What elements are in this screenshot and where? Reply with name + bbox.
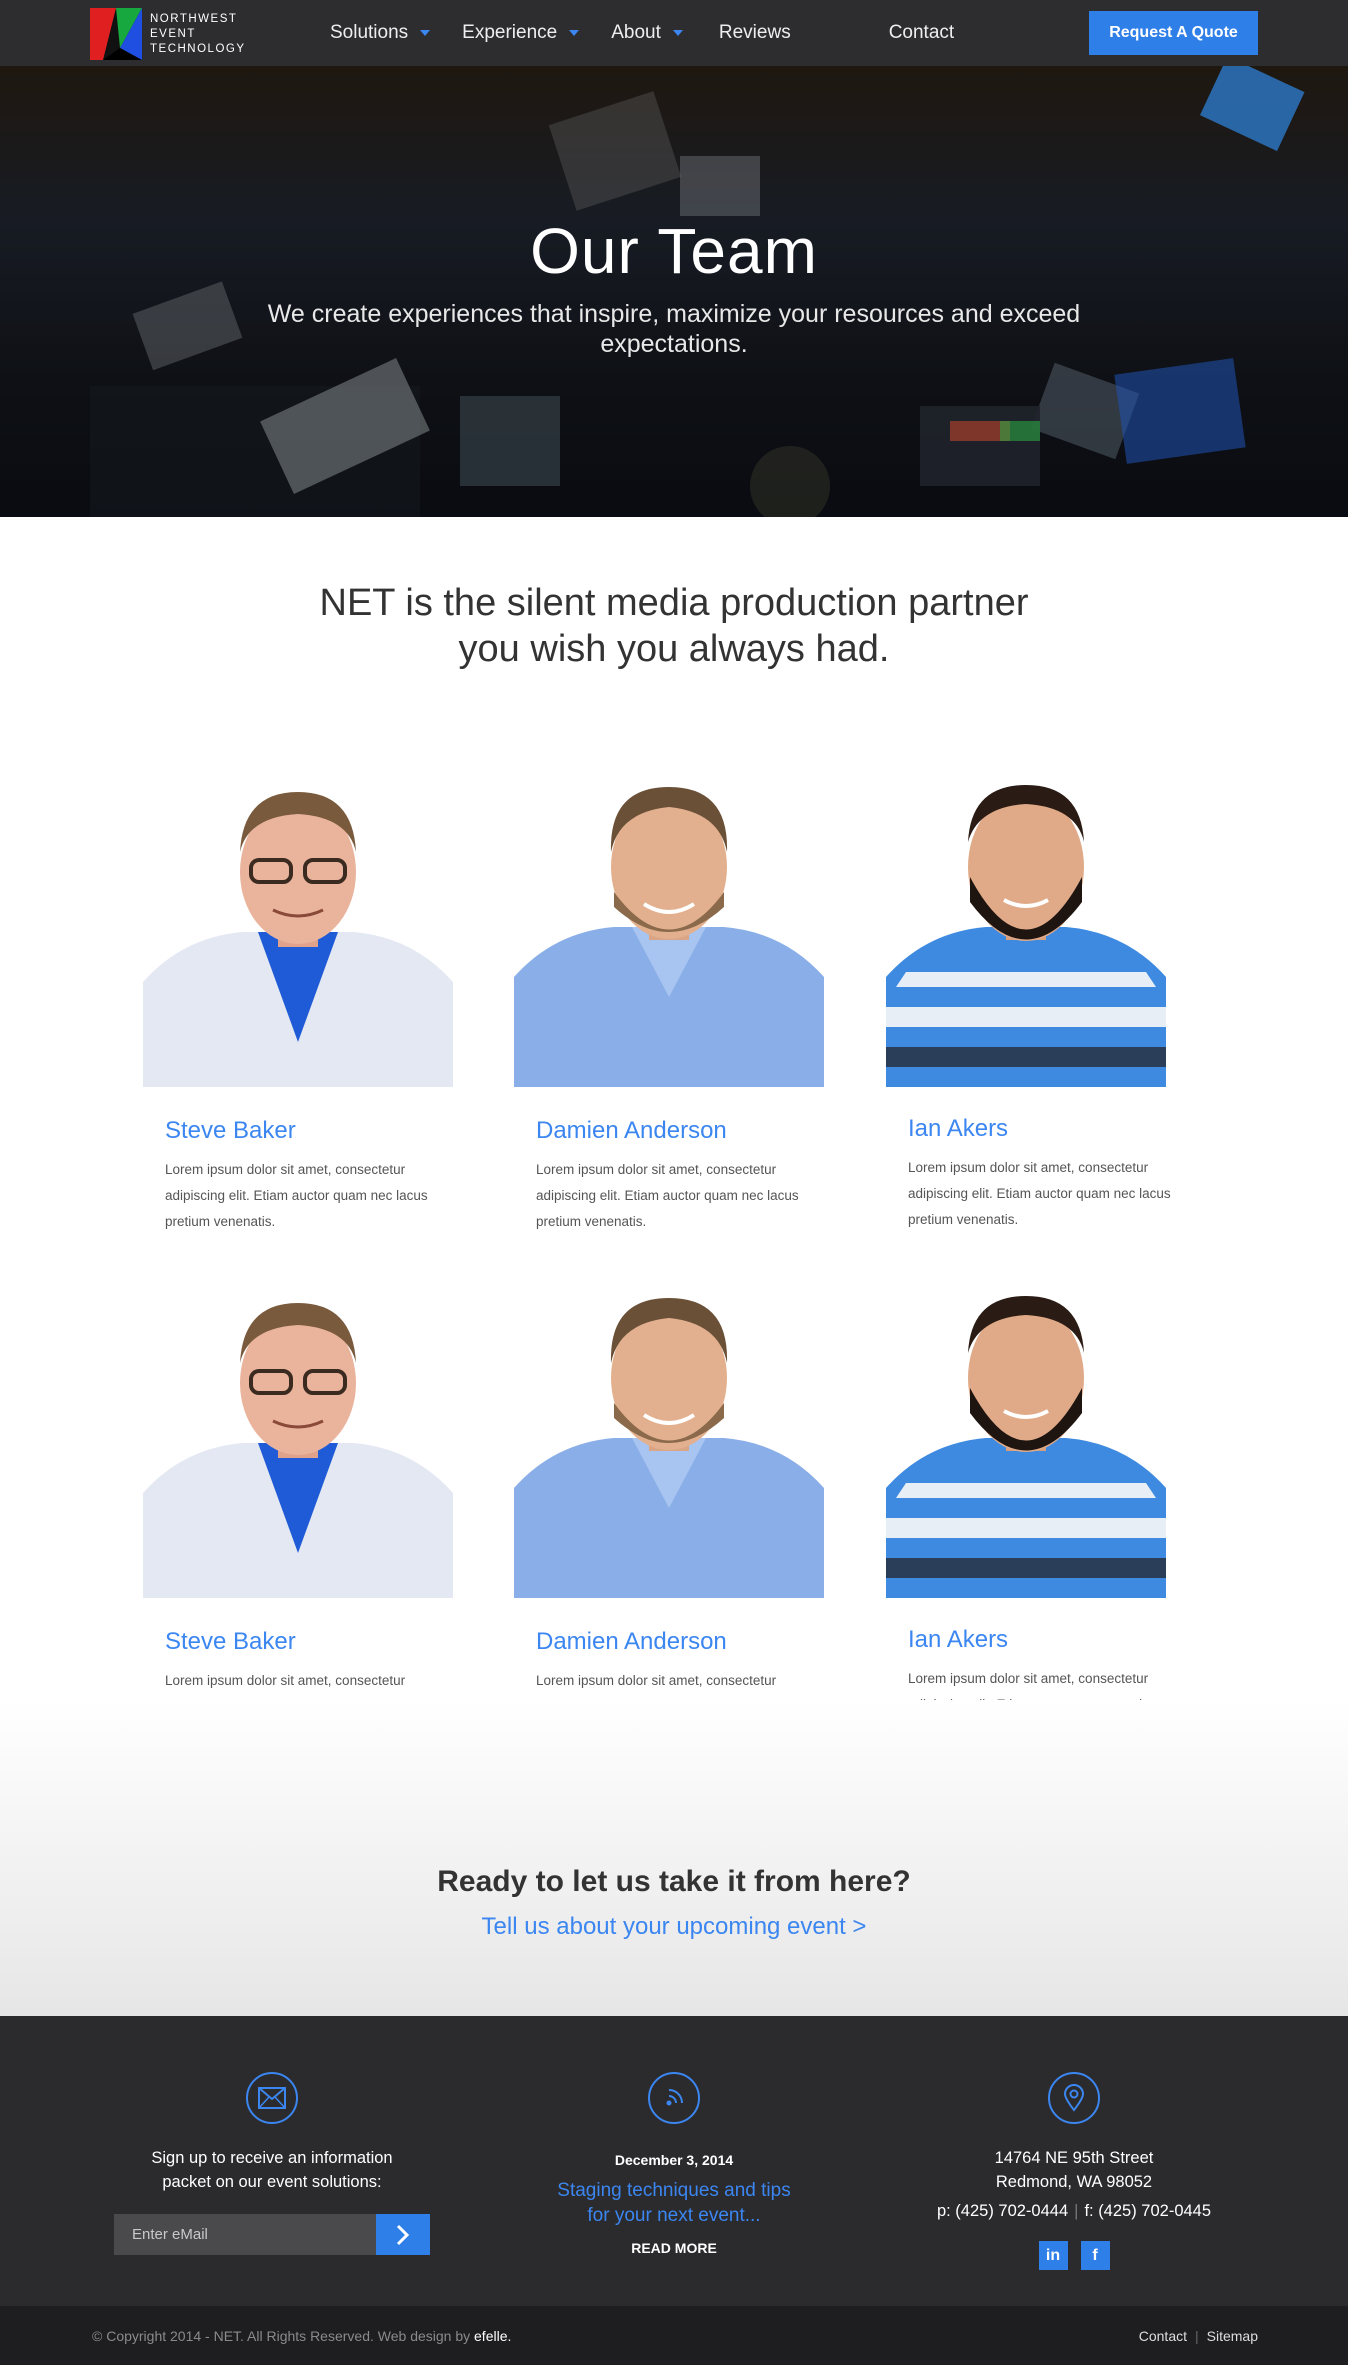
page-title: Our Team: [530, 215, 818, 287]
footer-contact: 14764 NE 95th Street Redmond, WA 98052 p…: [894, 2016, 1254, 2270]
hero-banner: Our Team We create experiences that insp…: [0, 66, 1348, 517]
read-more-link[interactable]: READ MORE: [494, 2240, 854, 2256]
intro-heading: NET is the silent media production partn…: [224, 580, 1124, 672]
team-member-card: Ian Akers Lorem ipsum dolor sit amet, co…: [886, 782, 1206, 1233]
member-bio: Lorem ipsum dolor sit amet, consectetur …: [165, 1162, 428, 1229]
designer-link[interactable]: efelle.: [474, 2328, 511, 2344]
portrait-photo: [886, 782, 1196, 1087]
nav-item-label: Reviews: [718, 22, 791, 43]
nav-item-experience[interactable]: Experience: [462, 0, 580, 66]
email-field[interactable]: [114, 2214, 376, 2255]
nav-item-solutions[interactable]: Solutions: [330, 0, 431, 66]
intro-line-2: you wish you always had.: [458, 628, 890, 670]
address-line-1: 14764 NE 95th Street: [994, 2149, 1154, 2167]
cta-title: Ready to let us take it from here?: [437, 1865, 911, 1898]
member-name[interactable]: Ian Akers: [908, 1626, 1206, 1654]
copyright: © Copyright 2014 - NET. All Rights Reser…: [92, 2328, 511, 2344]
footer-news: December 3, 2014 Staging techniques and …: [494, 2016, 854, 2256]
nav-item-label: Solutions: [330, 22, 409, 43]
feed-icon: [648, 2072, 700, 2124]
news-title-link[interactable]: Staging techniques and tips for your nex…: [494, 2178, 854, 2228]
member-name[interactable]: Steve Baker: [165, 1117, 463, 1145]
phone-numbers: p: (425) 702-0444 | f: (425) 702-0445: [894, 2202, 1254, 2221]
logo-line-2: EVENT: [150, 27, 196, 40]
chevron-down-icon: [420, 30, 431, 36]
cta-link[interactable]: Tell us about your upcoming event >: [0, 1913, 1348, 1941]
logo[interactable]: NORTHWEST EVENT TECHNOLOGY: [90, 8, 250, 60]
nav-item-about[interactable]: About: [611, 0, 683, 66]
email-signup-form: [114, 2214, 430, 2255]
member-name[interactable]: Ian Akers: [908, 1115, 1206, 1143]
nav-item-contact[interactable]: Contact: [889, 0, 954, 66]
logo-line-1: NORTHWEST: [150, 12, 238, 25]
logo-text: NORTHWEST EVENT TECHNOLOGY: [150, 12, 246, 57]
signup-line-1: Sign up to receive an information: [151, 2149, 393, 2167]
main-nav: Solutions Experience About Reviews Conta…: [330, 0, 986, 66]
request-quote-button[interactable]: Request A Quote: [1089, 11, 1258, 55]
portrait-photo: [514, 782, 824, 1087]
bottom-link-contact[interactable]: Contact: [1139, 2328, 1187, 2344]
team-member-card: Damien Anderson Lorem ipsum dolor sit am…: [514, 782, 834, 1235]
signup-text: Sign up to receive an information packet…: [92, 2146, 452, 2194]
hero-subtitle: We create experiences that inspire, maxi…: [267, 300, 1081, 358]
nav-item-reviews[interactable]: Reviews: [719, 0, 791, 66]
phone-number[interactable]: p: (425) 702-0444: [937, 2202, 1068, 2220]
fax-number: f: (425) 702-0445: [1084, 2202, 1212, 2220]
envelope-icon: [246, 2072, 298, 2124]
email-submit-button[interactable]: [376, 2214, 430, 2255]
divider: |: [1195, 2328, 1199, 2344]
cta-section: [0, 1700, 1348, 2016]
nav-item-label: About: [611, 22, 661, 43]
chevron-down-icon: [672, 30, 683, 36]
address: 14764 NE 95th Street Redmond, WA 98052: [894, 2146, 1254, 2194]
nav-item-label: Experience: [462, 22, 558, 43]
chevron-right-icon: [396, 2224, 410, 2245]
footer-signup: Sign up to receive an information packet…: [92, 2016, 452, 2255]
footer-bottom-bar: © Copyright 2014 - NET. All Rights Reser…: [0, 2306, 1348, 2365]
portrait-photo: [143, 1293, 453, 1598]
hero-background-image: [0, 66, 1348, 517]
facebook-icon[interactable]: f: [1080, 2241, 1110, 2270]
team-member-card: Steve Baker Lorem ipsum dolor sit amet, …: [143, 1293, 463, 1746]
address-line-2: Redmond, WA 98052: [995, 2173, 1153, 2191]
team-member-card: Damien Anderson Lorem ipsum dolor sit am…: [514, 1293, 834, 1746]
linkedin-icon[interactable]: in: [1038, 2241, 1068, 2270]
nav-item-label: Contact: [888, 22, 955, 43]
portrait-photo: [514, 1293, 824, 1598]
portrait-photo: [886, 1293, 1196, 1598]
site-footer: Sign up to receive an information packet…: [0, 2016, 1348, 2306]
member-name[interactable]: Damien Anderson: [536, 1117, 834, 1145]
logo-line-3: TECHNOLOGY: [150, 42, 246, 55]
map-pin-icon: [1048, 2072, 1100, 2124]
team-member-card: Steve Baker Lorem ipsum dolor sit amet, …: [143, 782, 463, 1235]
member-bio: Lorem ipsum dolor sit amet, consectetur …: [908, 1160, 1171, 1227]
member-bio: Lorem ipsum dolor sit amet, consectetur …: [536, 1162, 799, 1229]
team-member-card: Ian Akers Lorem ipsum dolor sit amet, co…: [886, 1293, 1206, 1744]
bottom-link-sitemap[interactable]: Sitemap: [1207, 2328, 1258, 2344]
logo-mark-icon: [90, 8, 142, 60]
bottom-links: Contact | Sitemap: [1139, 2328, 1258, 2344]
social-links: in f: [894, 2241, 1254, 2270]
news-title-line-1: Staging techniques and tips: [557, 2180, 791, 2201]
signup-line-2: packet on our event solutions:: [162, 2173, 382, 2191]
news-date: December 3, 2014: [614, 2152, 734, 2168]
chevron-down-icon: [569, 30, 580, 36]
member-name[interactable]: Steve Baker: [165, 1628, 463, 1656]
member-name[interactable]: Damien Anderson: [536, 1628, 834, 1656]
news-title-line-2: for your next event...: [587, 2205, 761, 2226]
portrait-photo: [143, 782, 453, 1087]
divider: |: [1074, 2202, 1079, 2220]
site-header: NORTHWEST EVENT TECHNOLOGY Solutions Exp…: [0, 0, 1348, 66]
copyright-text: © Copyright 2014 - NET. All Rights Reser…: [92, 2328, 471, 2344]
intro-line-1: NET is the silent media production partn…: [319, 582, 1029, 624]
